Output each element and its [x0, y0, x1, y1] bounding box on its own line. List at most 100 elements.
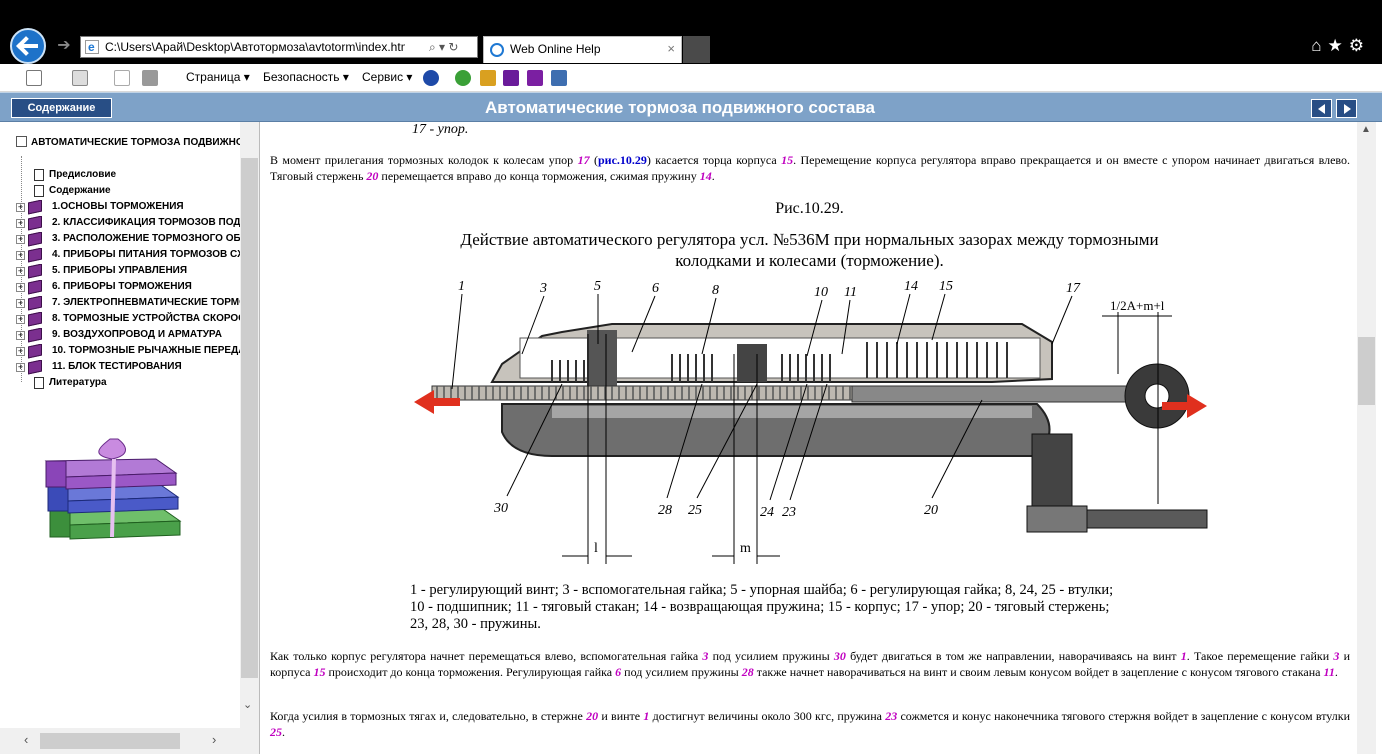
toc-root[interactable]: АВТОМАТИЧЕСКИЕ ТОРМОЗА ПОДВИЖНОГО СОСТАВ… — [16, 136, 240, 148]
address-bar[interactable]: C:\Users\Арай\Desktop\Автотормоза\avtoto… — [80, 36, 478, 58]
sidebar-horizontal-scrollbar[interactable]: ‹ › — [0, 728, 259, 754]
expand-plus-icon[interactable]: + — [16, 267, 25, 276]
expand-plus-icon[interactable]: + — [16, 299, 25, 308]
rss-icon[interactable] — [72, 70, 88, 86]
label-25: 25 — [688, 503, 702, 518]
home-favorites-settings-icons[interactable]: ⌂★⚙ — [1311, 36, 1370, 58]
toc-item[interactable]: +5. ПРИБОРЫ УПРАВЛЕНИЯ — [16, 264, 240, 280]
spring-14 — [866, 342, 1008, 378]
label-11: 11 — [844, 285, 857, 300]
forward-arrow-icon[interactable]: ➔ — [54, 36, 74, 56]
paragraph-1: В момент прилегания тормозных колодок к … — [270, 153, 1350, 184]
print-icon[interactable] — [142, 70, 158, 86]
p1-num: 15 — [781, 153, 794, 167]
p3-text: . — [282, 724, 285, 739]
expand-plus-icon[interactable]: + — [16, 203, 25, 212]
sidebar-vertical-scrollbar[interactable]: ⌄ — [240, 122, 259, 728]
expand-plus-icon[interactable]: + — [16, 347, 25, 356]
book-icon — [28, 232, 42, 247]
toc-item[interactable]: Содержание — [16, 184, 240, 200]
label-6: 6 — [652, 281, 659, 296]
book-icon — [28, 264, 42, 279]
toc-item[interactable]: +1.ОСНОВЫ ТОРМОЖЕНИЯ — [16, 200, 240, 216]
back-button[interactable] — [10, 28, 46, 64]
expand-plus-icon[interactable]: + — [16, 331, 25, 340]
books-stack-icon — [44, 438, 182, 540]
label-10: 10 — [814, 285, 828, 300]
address-controls-icons[interactable]: ⌕ ▾ ↻ — [429, 37, 458, 57]
toc-item[interactable]: Предисловие — [16, 168, 240, 184]
p1-text: В момент прилегания тормозных колодок к … — [270, 153, 578, 167]
addon-icon[interactable] — [455, 70, 471, 86]
toc-item-label: 11. БЛОК ТЕСТИРОВАНИЯ — [52, 361, 182, 372]
caption-line-3: 23, 28, 30 - пружины. — [410, 616, 541, 632]
expand-plus-icon[interactable]: + — [16, 315, 25, 324]
toc-item-label: Предисловие — [49, 169, 117, 180]
tab-close-icon[interactable]: × — [667, 37, 675, 61]
page-icon — [34, 377, 44, 389]
legend-tail: 17 - упор. — [412, 122, 469, 137]
sidebar-vscroll-thumb[interactable] — [241, 158, 258, 678]
book-icon — [28, 360, 42, 375]
label-14: 14 — [904, 279, 918, 294]
content-vscroll-thumb[interactable] — [1358, 337, 1375, 405]
home-icon[interactable] — [26, 70, 42, 86]
paragraph-3: Когда усилия в тормозных тягах и, следов… — [270, 709, 1350, 740]
next-page-button[interactable] — [1336, 99, 1357, 118]
ie-tab-icon — [490, 43, 504, 57]
menu-service[interactable]: Сервис ▾ — [362, 70, 412, 84]
onenote-linked-icon[interactable] — [527, 70, 543, 86]
scroll-down-arrow-icon[interactable]: ⌄ — [243, 698, 252, 711]
onenote-icon[interactable] — [503, 70, 519, 86]
page-icon — [34, 185, 44, 197]
content-vertical-scrollbar[interactable]: ▲ — [1357, 122, 1376, 754]
new-tab-button[interactable] — [683, 36, 710, 63]
address-url[interactable]: C:\Users\Арай\Desktop\Автотормоза\avtoto… — [105, 37, 405, 57]
scroll-up-arrow-icon[interactable]: ▲ — [1361, 124, 1371, 135]
toc-item[interactable]: Литература — [16, 376, 240, 392]
help-title: Автоматические тормоза подвижного состав… — [485, 98, 875, 117]
p1-num: 17 — [577, 153, 590, 167]
figure-link[interactable]: рис.10.29 — [598, 153, 647, 167]
book-icon — [28, 248, 42, 263]
toc-item[interactable]: +3. РАСПОЛОЖЕНИЕ ТОРМОЗНОГО ОБОРУДОВАНИЯ — [16, 232, 240, 248]
p3-num: 23 — [885, 709, 898, 723]
toc-item[interactable]: +10. ТОРМОЗНЫЕ РЫЧАЖНЫЕ ПЕРЕДАЧИ — [16, 344, 240, 360]
menu-security[interactable]: Безопасность ▾ — [263, 70, 349, 84]
toc-item[interactable]: +11. БЛОК ТЕСТИРОВАНИЯ — [16, 360, 240, 376]
toc-item[interactable]: +8. ТОРМОЗНЫЕ УСТРОЙСТВА СКОРОСТНОГО ПОД… — [16, 312, 240, 328]
expand-plus-icon[interactable]: + — [16, 235, 25, 244]
contents-button[interactable]: Содержание — [11, 98, 112, 118]
expand-plus-icon[interactable]: + — [16, 363, 25, 372]
toc-item[interactable]: +4. ПРИБОРЫ ПИТАНИЯ ТОРМОЗОВ СЖАТЫМ ВОЗД… — [16, 248, 240, 264]
research-icon[interactable] — [551, 70, 567, 86]
help-icon[interactable] — [423, 70, 439, 86]
scroll-right-arrow-icon[interactable]: › — [212, 732, 216, 747]
expand-plus-icon[interactable]: + — [16, 283, 25, 292]
mail-icon[interactable] — [114, 70, 130, 86]
paragraph-2: Как только корпус регулятора начнет пере… — [270, 649, 1350, 680]
p2-num: 15 — [313, 664, 326, 679]
browser-tab[interactable]: Web Online Help × — [483, 36, 682, 63]
toc-item-label: 5. ПРИБОРЫ УПРАВЛЕНИЯ — [52, 265, 188, 276]
toc-item[interactable]: +2. КЛАССИФИКАЦИЯ ТОРМОЗОВ ПОДВИЖНОГО СО… — [16, 216, 240, 232]
scroll-left-arrow-icon[interactable]: ‹ — [24, 732, 28, 747]
toc-item[interactable]: +9. ВОЗДУХОПРОВОД И АРМАТУРА — [16, 328, 240, 344]
toc-item[interactable]: +7. ЭЛЕКТРОПНЕВМАТИЧЕСКИЕ ТОРМОЗА — [16, 296, 240, 312]
expand-plus-icon[interactable]: + — [16, 219, 25, 228]
toc-item-label: 2. КЛАССИФИКАЦИЯ ТОРМОЗОВ ПОДВИЖНОГО СОС… — [52, 217, 240, 228]
prev-page-button[interactable] — [1311, 99, 1332, 118]
sidebar-hscroll-thumb[interactable] — [40, 733, 180, 749]
p2-text: . Такое перемещение гайки — [1186, 649, 1334, 663]
toc-item-label: 7. ЭЛЕКТРОПНЕВМАТИЧЕСКИЕ ТОРМОЗА — [52, 297, 240, 308]
p2-text: будет двигаться в том же направлении, на… — [845, 649, 1181, 663]
toc-item-label: 9. ВОЗДУХОПРОВОД И АРМАТУРА — [52, 329, 222, 340]
toc-item-label: 8. ТОРМОЗНЫЕ УСТРОЙСТВА СКОРОСТНОГО ПОДВ… — [52, 313, 240, 324]
expand-plus-icon[interactable]: + — [16, 251, 25, 260]
toc-item[interactable]: +6. ПРИБОРЫ ТОРМОЖЕНИЯ — [16, 280, 240, 296]
dim-top: 1/2A+m+l — [1110, 298, 1165, 313]
ie-page-icon — [85, 37, 99, 57]
toc-sidebar: АВТОМАТИЧЕСКИЕ ТОРМОЗА ПОДВИЖНОГО СОСТАВ… — [0, 122, 260, 754]
java-icon[interactable] — [480, 70, 496, 86]
menu-page[interactable]: Страница ▾ — [186, 70, 250, 84]
